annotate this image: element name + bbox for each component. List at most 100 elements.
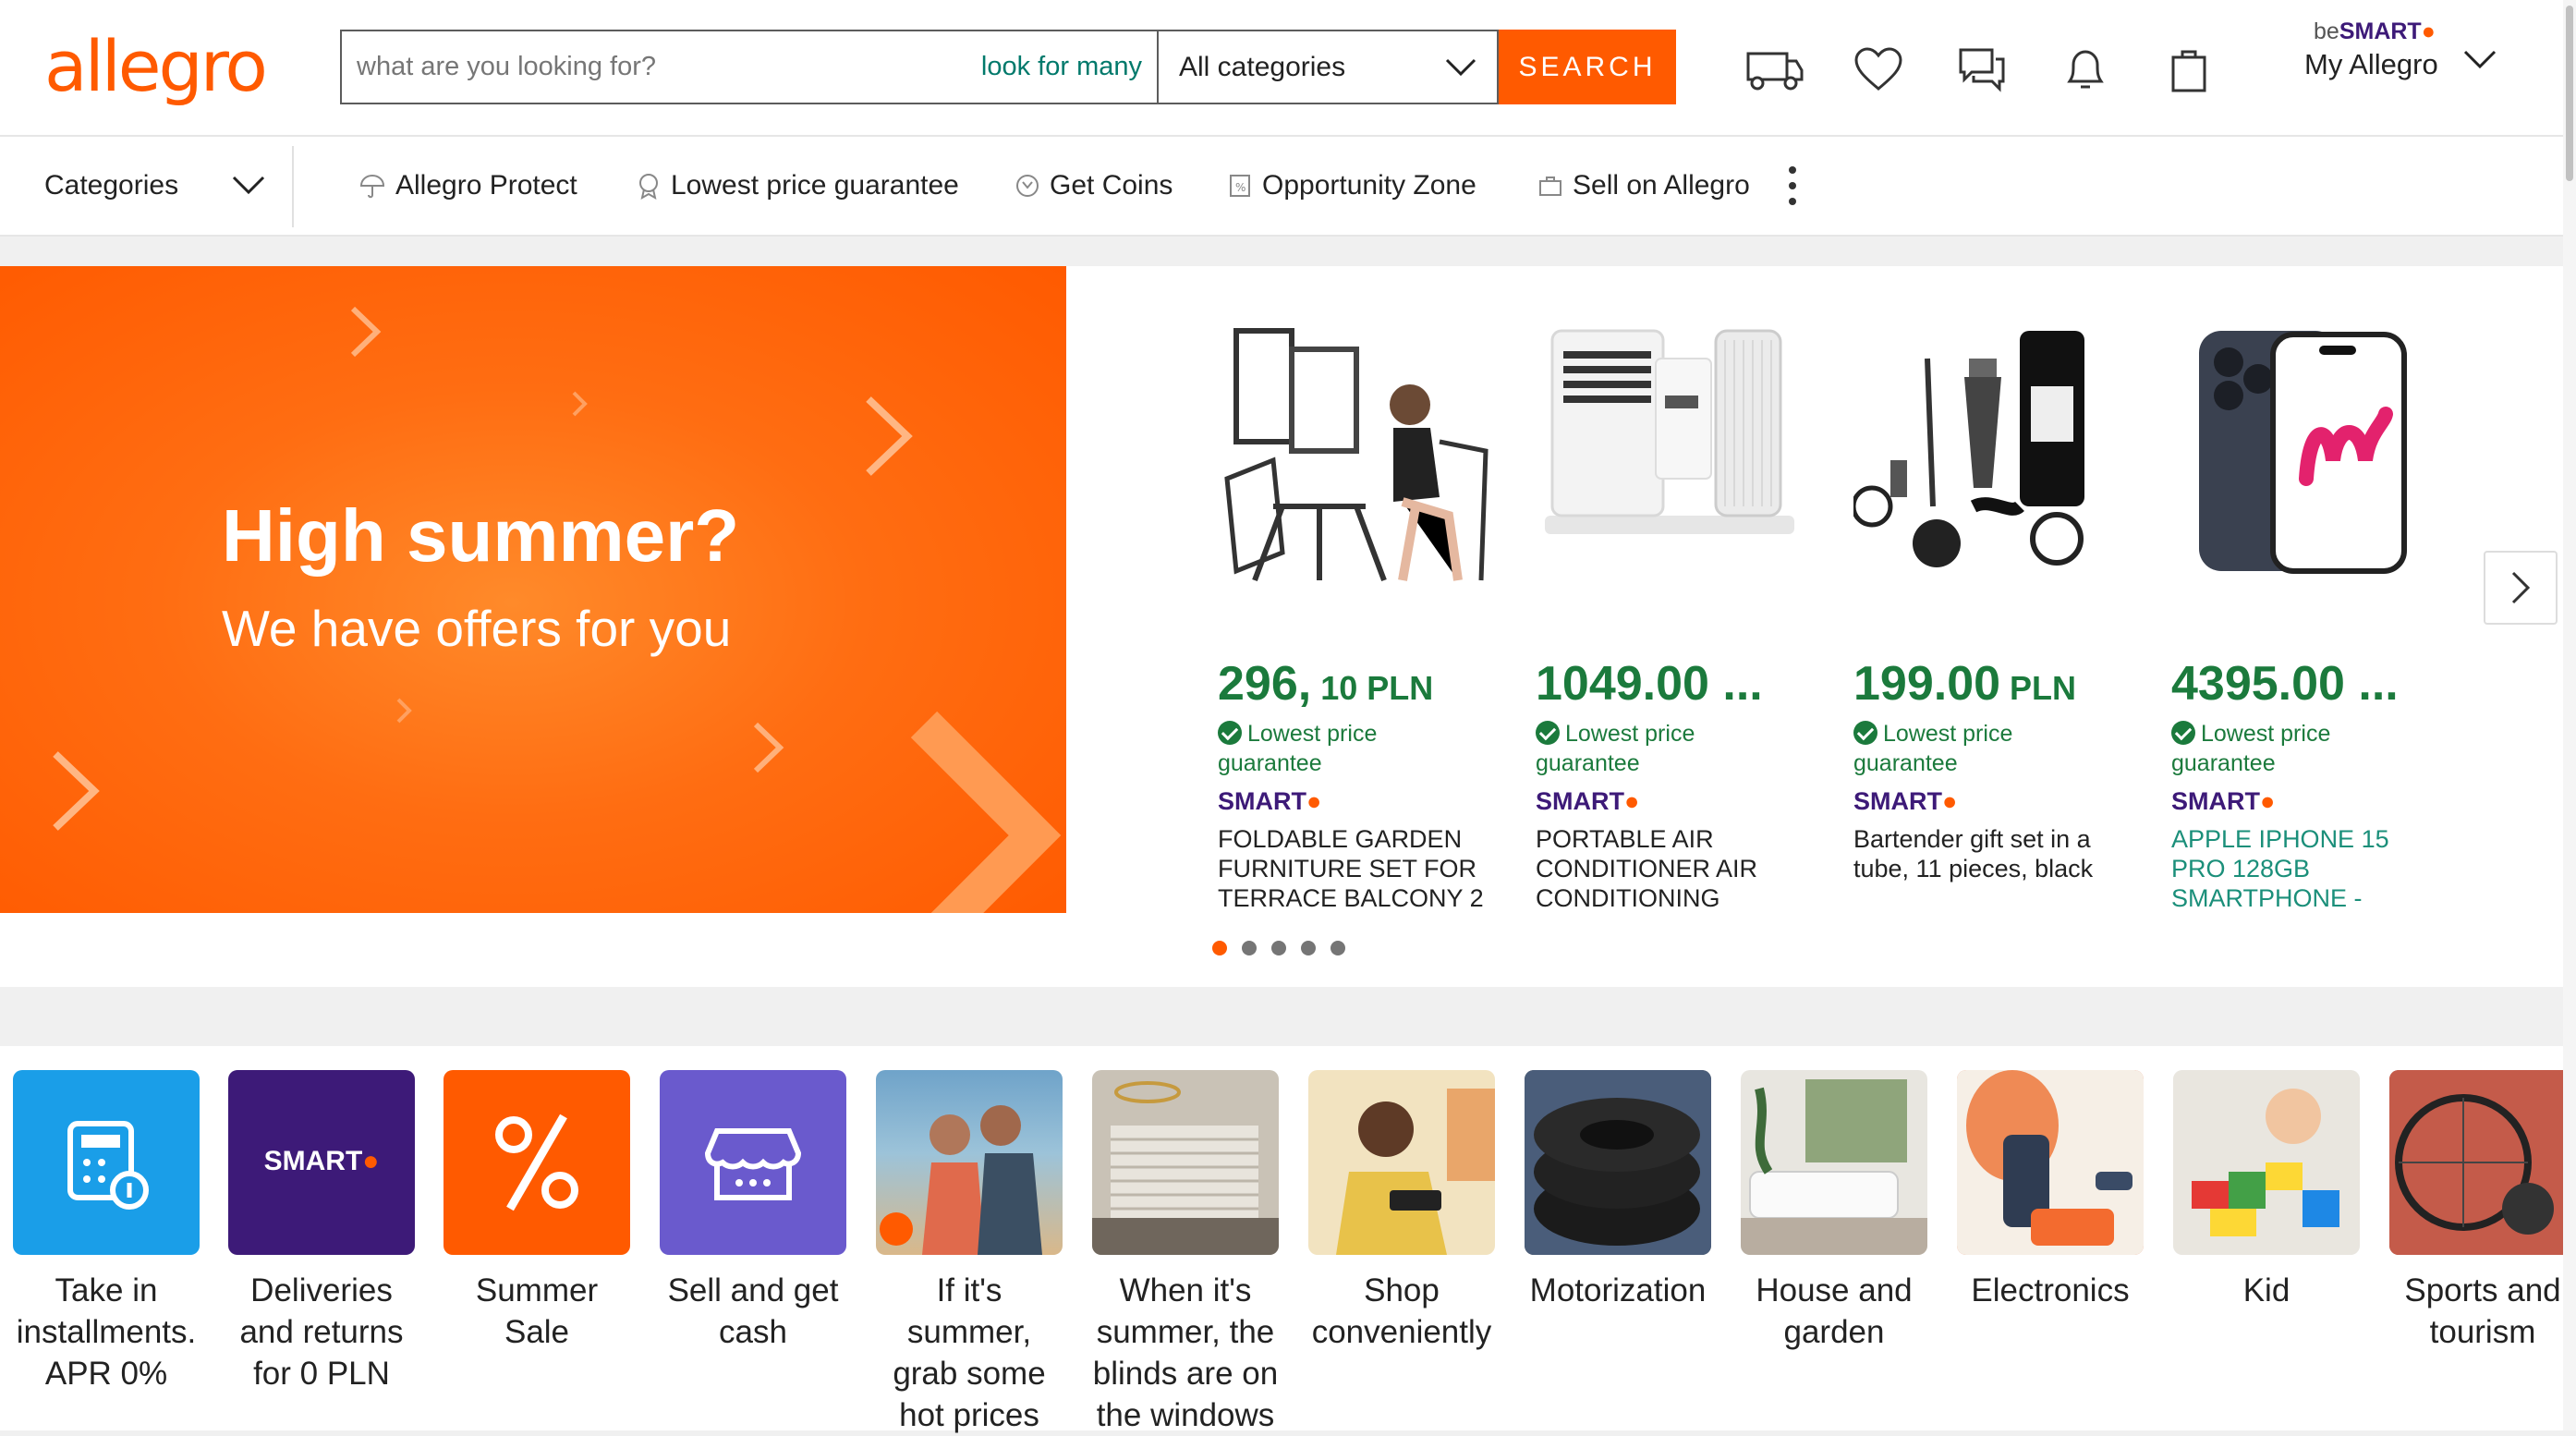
woman-phone-photo <box>1308 1070 1495 1255</box>
category-tiles: Take in installments. APR 0% SMART● Deli… <box>0 1046 2576 1433</box>
air-conditioner-image <box>1545 329 1794 534</box>
smart-badge: SMART● <box>2171 787 2276 815</box>
messages-icon[interactable] <box>1950 37 2014 102</box>
nav-item-label: Get Coins <box>1050 170 1173 201</box>
nav-item-label: Sell on Allegro <box>1573 170 1750 201</box>
top-header: allegro what are you looking for? look f… <box>0 0 2563 137</box>
shop-icon <box>660 1070 846 1255</box>
category-select-value: All categories <box>1179 51 1346 82</box>
blocks-photo <box>2173 1070 2360 1255</box>
lowest-price-guarantee: Lowest price guarantee <box>1536 721 1695 776</box>
smart-logo-text: SMART● <box>263 1146 380 1176</box>
chevron-down-icon <box>1445 58 1476 76</box>
tile-label: Shop conveniently <box>1311 1272 1492 1350</box>
carousel-dot[interactable] <box>1242 941 1257 955</box>
nav-item-allegro-protect[interactable]: Allegro Protect <box>358 137 577 235</box>
percent-icon <box>444 1070 630 1255</box>
svg-text:%: % <box>1235 181 1245 194</box>
chevron-decoration <box>910 711 1062 913</box>
iphone-image <box>2199 331 2407 574</box>
carousel-dot[interactable] <box>1271 941 1286 955</box>
smart-badge: SMART● <box>1218 787 1322 815</box>
secondary-nav: Categories Allegro Protect Lowest price … <box>0 137 2563 237</box>
chevron-decoration <box>866 396 913 476</box>
nav-item-opportunity-zone[interactable]: % Opportunity Zone <box>1227 137 1476 235</box>
chevron-decoration <box>572 391 588 417</box>
briefcase-icon <box>1539 176 1561 196</box>
tile-house-garden[interactable]: House and garden <box>1741 1070 1927 1353</box>
nav-item-get-coins[interactable]: Get Coins <box>1015 137 1173 235</box>
calculator-icon <box>13 1070 200 1255</box>
bartender-set-image <box>1853 331 2084 567</box>
product-price: 1049.00 ... <box>1536 657 1763 711</box>
nav-item-sell-on-allegro[interactable]: Sell on Allegro <box>1537 137 1750 235</box>
chevron-decoration <box>396 698 412 724</box>
tile-electronics[interactable]: Electronics <box>1957 1070 2144 1311</box>
heart-icon[interactable] <box>1846 37 1911 102</box>
chevron-down-icon[interactable] <box>2463 50 2497 70</box>
smart-badge: SMART● <box>1536 787 1640 815</box>
nav-item-label: Opportunity Zone <box>1262 170 1476 201</box>
look-for-many-link[interactable]: look for many <box>981 52 1142 82</box>
category-select[interactable]: All categories <box>1157 30 1499 104</box>
page-scrollbar[interactable] <box>2563 0 2576 1430</box>
tile-shop-conveniently[interactable]: Shop conveniently <box>1308 1070 1495 1353</box>
smart-badge: SMART● <box>1853 787 1958 815</box>
livingroom-photo <box>1741 1070 1927 1255</box>
bell-icon[interactable] <box>2053 37 2118 102</box>
promo-banner[interactable]: High summer? We have offers for you <box>0 266 1066 913</box>
tile-motorization[interactable]: Motorization <box>1525 1070 1711 1311</box>
percent-tag-icon: % <box>1230 175 1250 197</box>
tile-label: If it's summer, grab some hot prices <box>893 1272 1046 1433</box>
tile-free-delivery[interactable]: SMART● Deliveries and returns for 0 PLN <box>228 1070 415 1394</box>
product-price: 199.00 PLN <box>1853 657 2077 711</box>
lowest-price-guarantee: Lowest price guarantee <box>1853 721 2013 776</box>
tile-label: Deliveries and returns for 0 PLN <box>239 1272 404 1392</box>
tile-sports-tourism[interactable]: Sports and tourism <box>2389 1070 2576 1353</box>
carousel-dot[interactable] <box>1301 941 1316 955</box>
truck-icon[interactable] <box>1741 37 1805 102</box>
tile-label: Summer Sale <box>475 1272 599 1350</box>
nav-item-label: Lowest price guarantee <box>671 170 959 201</box>
tile-installments[interactable]: Take in installments. APR 0% <box>13 1070 200 1394</box>
chevron-right-icon <box>2511 571 2531 604</box>
cart-bag-icon[interactable] <box>2157 37 2221 102</box>
tile-label: Motorization <box>1529 1272 1707 1308</box>
search-placeholder: what are you looking for? <box>357 52 657 81</box>
tile-label: House and garden <box>1756 1272 1913 1350</box>
scrollbar-thumb[interactable] <box>2566 6 2573 181</box>
categories-label: Categories <box>44 170 179 201</box>
couple-photo <box>876 1070 1063 1255</box>
tile-kid[interactable]: Kid <box>2173 1070 2360 1311</box>
blinds-photo <box>1092 1070 1279 1255</box>
carousel-dot[interactable] <box>1212 941 1227 955</box>
besmart-badge[interactable]: beSMART● <box>2314 18 2436 45</box>
my-allegro-link[interactable]: My Allegro <box>2304 48 2438 81</box>
carousel-pagination <box>1212 941 1345 955</box>
product-name: Bartender gift set in a tube, 11 pieces,… <box>1853 825 2094 882</box>
check-icon <box>1218 721 1242 745</box>
product-name: APPLE IPHONE 15 PRO 128GB SMARTPHONE - <box>2171 825 2389 912</box>
tile-label: Electronics <box>1971 1272 2130 1308</box>
lowest-price-guarantee: Lowest price guarantee <box>2171 721 2331 776</box>
more-options-icon[interactable] <box>1783 163 1802 209</box>
check-icon <box>1536 721 1560 745</box>
search-button[interactable]: SEARCH <box>1499 30 1676 104</box>
carousel-dot[interactable] <box>1331 941 1345 955</box>
product-price: 4395.00 ... <box>2171 657 2399 711</box>
smart-logo: SMART● <box>228 1070 415 1255</box>
nav-item-label: Allegro Protect <box>395 170 577 201</box>
carousel-next-button[interactable] <box>2484 551 2558 625</box>
allegro-logo[interactable]: allegro <box>44 20 268 113</box>
tile-summer-sale[interactable]: Summer Sale <box>444 1070 630 1353</box>
product-name: FOLDABLE GARDEN FURNITURE SET FOR TERRAC… <box>1218 825 1484 912</box>
bike-photo <box>2389 1070 2576 1255</box>
tile-blinds[interactable]: When it's summer, the blinds are on the … <box>1092 1070 1279 1436</box>
garden-furniture-image <box>1224 328 1488 582</box>
nav-item-lowest-price[interactable]: Lowest price guarantee <box>636 137 959 235</box>
tile-hot-prices[interactable]: If it's summer, grab some hot prices <box>876 1070 1063 1436</box>
chevron-decoration <box>53 751 100 831</box>
categories-menu[interactable]: Categories <box>44 137 265 235</box>
tile-sell-get-cash[interactable]: Sell and get cash <box>660 1070 846 1353</box>
search-input[interactable]: what are you looking for? look for many <box>340 30 1157 104</box>
